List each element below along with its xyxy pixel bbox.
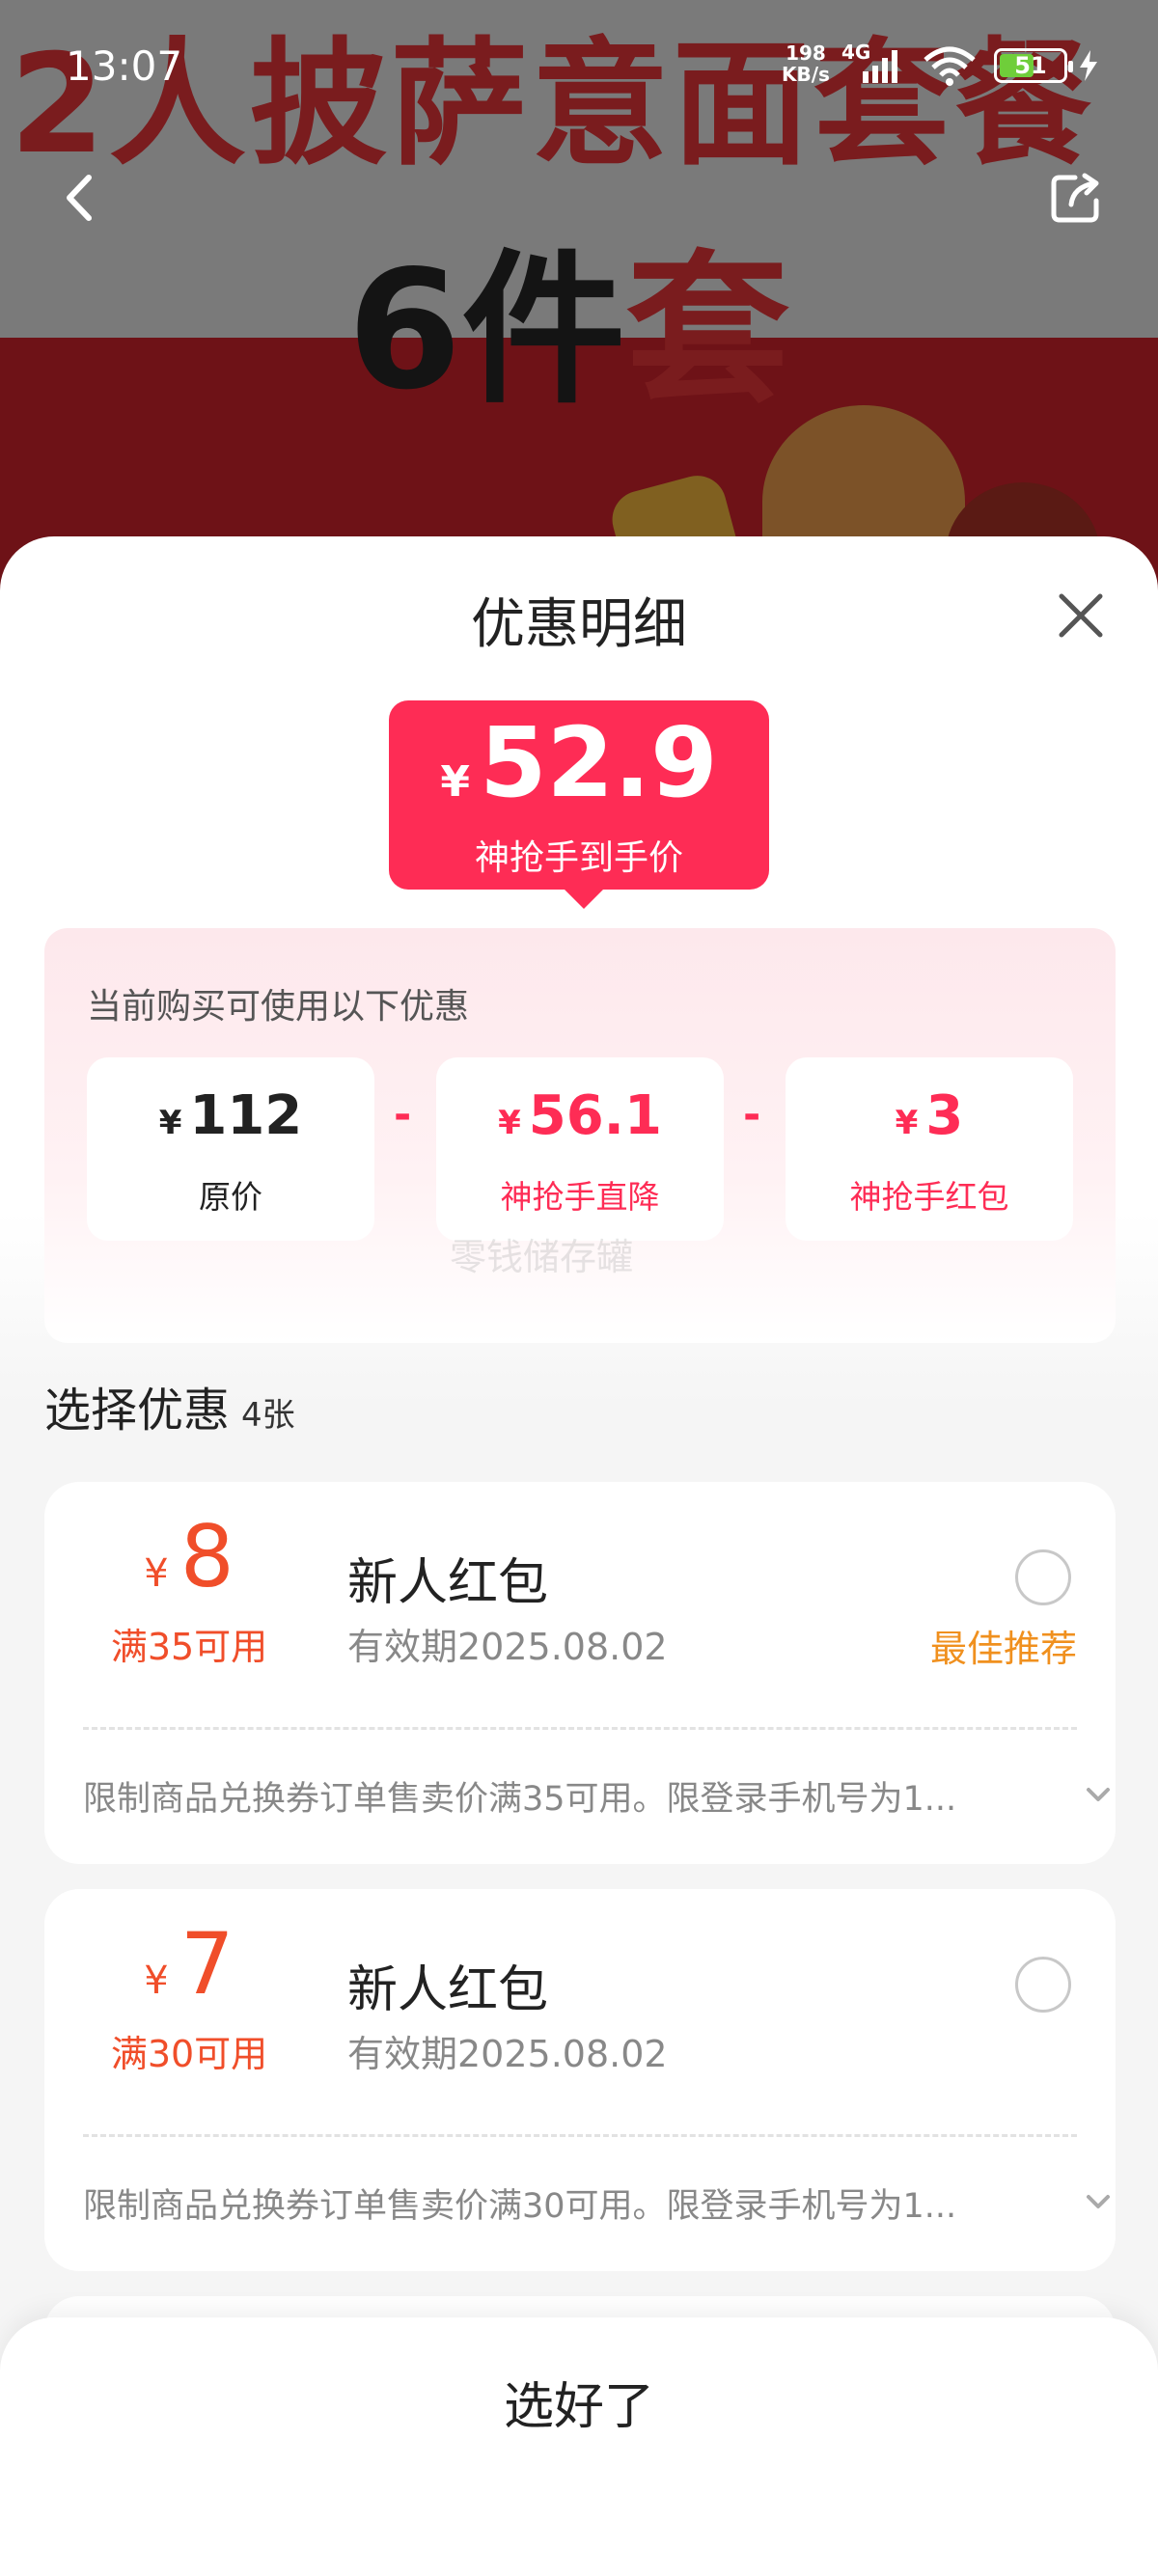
discount-amount: 56.1 [528,1084,662,1147]
coupon-condition: 满30可用 [110,2033,268,2075]
net-speed: 198 KB/s [782,42,830,85]
final-price-badge: ¥52.9 神抢手到手价 [389,700,769,890]
discount-hint: 当前购买可使用以下优惠 [87,987,470,1027]
chevron-down-icon[interactable] [1083,1783,1114,1806]
back-arrow-icon[interactable] [46,164,114,232]
chevron-down-icon[interactable] [1083,2190,1114,2213]
coupon-name: 新人红包 [347,1961,549,2019]
minus-sign: - [743,1090,761,1139]
select-coupon-label: 选择优惠 [44,1384,231,1438]
minus-sign: - [394,1090,412,1139]
discount-label: 神抢手红包 [849,1178,1009,1216]
currency-symbol: ¥ [144,1551,169,1596]
currency-symbol: ¥ [895,1104,919,1142]
discount-value: ¥112 [87,1084,374,1147]
dashed-divider [83,1727,1077,1730]
final-price-amount: 52.9 [479,706,718,819]
sheet-title: 优惠明细 [471,593,687,656]
net-speed-value: 198 [786,41,826,65]
share-icon[interactable] [1042,164,1110,232]
discount-amount: 112 [189,1084,303,1147]
banner-subheadline-dark: 6件 [347,235,626,426]
confirm-button[interactable]: 选好了 [0,2366,1158,2438]
banner-subheadline-red: 套 [625,235,790,426]
coupon-condition: 满35可用 [110,1626,268,1668]
currency-symbol: ¥ [158,1104,182,1142]
final-price: ¥52.9 [389,710,769,816]
dashed-divider [83,2134,1077,2137]
discount-breakdown: 当前购买可使用以下优惠 ¥112 原价 - ¥56.1 神抢手直降 - ¥3 神… [44,928,1116,1343]
direct-discount-card: ¥56.1 神抢手直降 [436,1057,724,1241]
watermark: 零钱储存罐 [450,1236,634,1278]
sheet-footer: 选好了 [0,2317,1158,2576]
select-coupon-title: 选择优惠 4张 [44,1372,295,1439]
discount-value: ¥3 [786,1084,1073,1147]
coupon-rule: 限制商品兑换券订单售卖价满35可用。限登录手机号为1... [83,1780,957,1819]
close-icon[interactable] [1052,587,1110,644]
discount-value: ¥56.1 [436,1084,724,1147]
battery-icon: 51 [994,48,1073,83]
coupon-name: 新人红包 [347,1554,549,1612]
red-packet-card: ¥3 神抢手红包 [786,1057,1073,1241]
discount-amount: 3 [925,1084,964,1147]
final-price-label: 神抢手到手价 [474,838,683,878]
wifi-icon [924,46,976,86]
currency-symbol: ¥ [144,1959,169,2003]
coupon-count: 4张 [241,1396,295,1435]
coupon-amount-value: 8 [179,1507,234,1606]
radio-unchecked-icon[interactable] [1015,1957,1071,2013]
status-time: 13:07 [66,42,183,90]
original-price-card: ¥112 原价 [87,1057,374,1241]
currency-symbol: ¥ [498,1104,521,1142]
banner-subheadline: 6件套 [347,249,789,413]
coupon-validity: 有效期2025.08.02 [347,1626,668,1668]
discount-label: 原价 [199,1178,262,1216]
price-badge-pointer [563,888,605,909]
coupon-amount: ¥8 [44,1510,334,1604]
net-speed-unit: KB/s [782,63,830,86]
coupon-validity: 有效期2025.08.02 [347,2033,668,2075]
discount-label: 神抢手直降 [500,1178,660,1216]
status-bar: 13:07 198 KB/s 4G 51 [0,0,1158,135]
coupon-rule: 限制商品兑换券订单售卖价满30可用。限登录手机号为1... [83,2187,957,2226]
coupon-amount: ¥7 [44,1917,334,2012]
coupon-card[interactable]: ¥8 满35可用 新人红包 有效期2025.08.02 最佳推荐 限制商品兑换券… [44,1482,1116,1864]
charging-icon [1080,50,1097,81]
best-recommend-tag: 最佳推荐 [929,1628,1077,1670]
radio-unchecked-icon[interactable] [1015,1549,1071,1605]
discount-detail-sheet: 优惠明细 ¥52.9 神抢手到手价 当前购买可使用以下优惠 ¥112 原价 - … [0,536,1158,2576]
coupon-card[interactable]: ¥7 满30可用 新人红包 有效期2025.08.02 限制商品兑换券订单售卖价… [44,1889,1116,2271]
signal-icon [863,50,897,83]
coupon-amount-value: 7 [179,1914,234,2014]
battery-level: 51 [1014,52,1047,79]
final-price-currency: ¥ [440,757,470,807]
